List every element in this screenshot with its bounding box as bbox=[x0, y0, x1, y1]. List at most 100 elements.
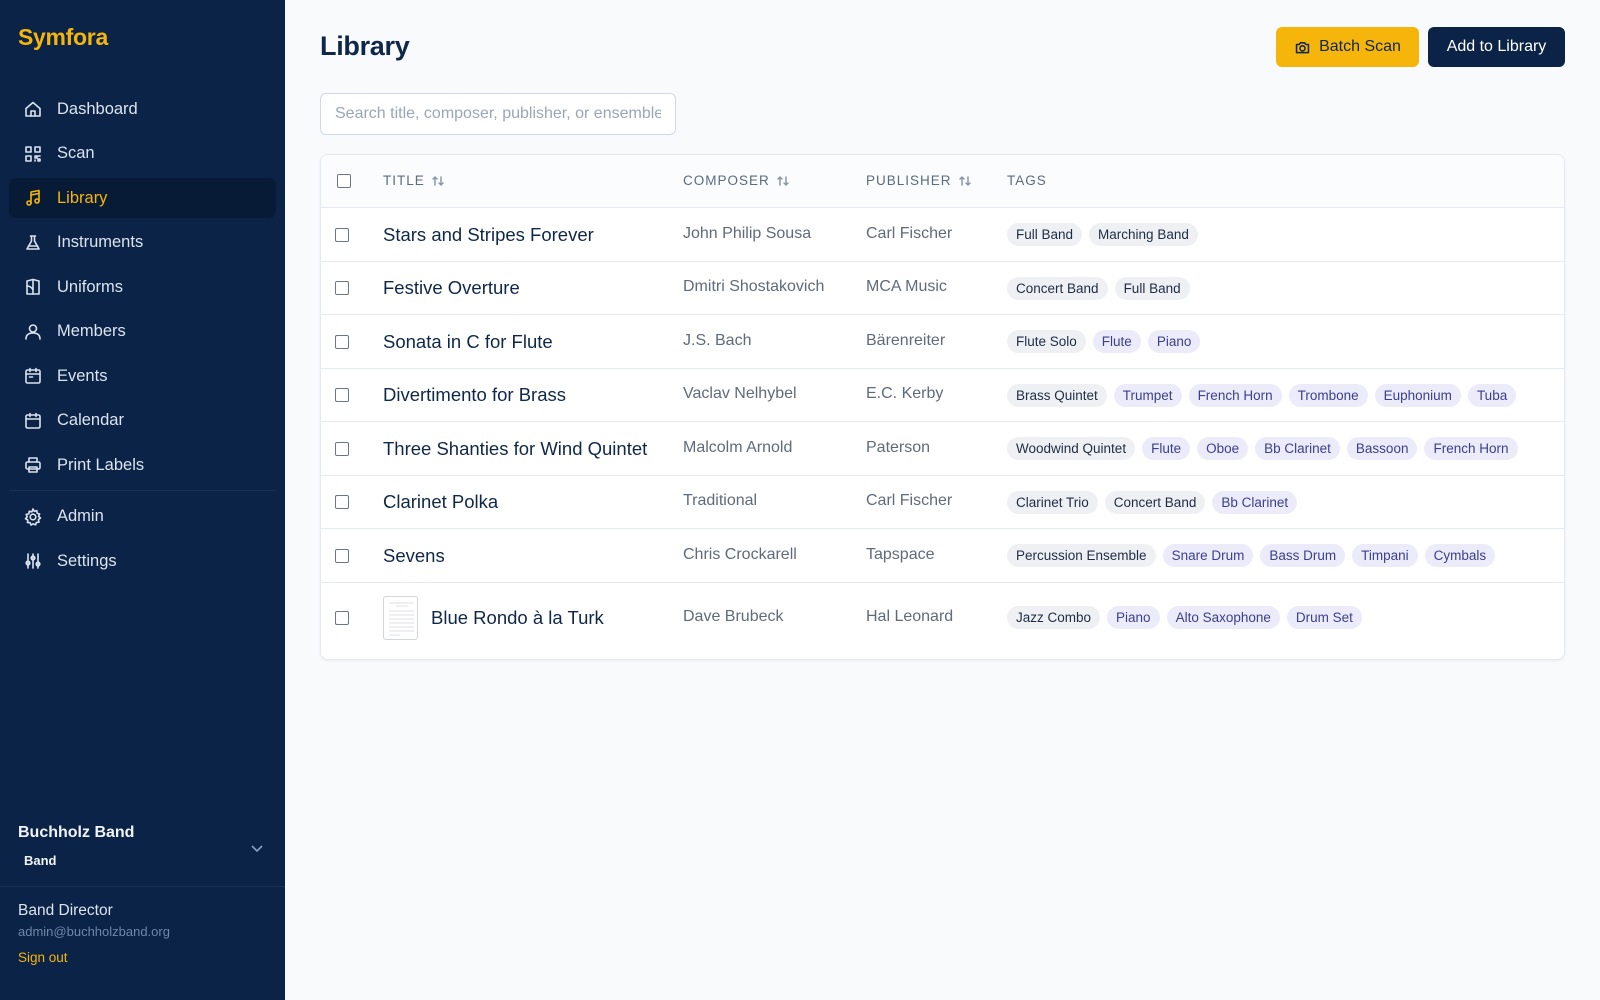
row-tags: Jazz Combo Piano Alto Saxophone Drum Set bbox=[1007, 606, 1362, 629]
sidebar-item-admin[interactable]: Admin bbox=[9, 497, 276, 537]
tag-badge[interactable]: Bb Clarinet bbox=[1212, 490, 1298, 514]
table-row[interactable]: Clarinet Polka Traditional Carl Fischer Cla… bbox=[321, 476, 1564, 529]
sidebar-item-label: Uniforms bbox=[57, 277, 124, 296]
search-input[interactable] bbox=[320, 93, 676, 135]
row-title-link[interactable]: Divertimento for Brass bbox=[383, 384, 566, 406]
table-row[interactable]: Blue Rondo à la Turk Dave Brubeck Hal Leon… bbox=[321, 583, 1564, 653]
sidebar-item-instruments[interactable]: Instruments bbox=[9, 223, 276, 263]
row-checkbox[interactable] bbox=[335, 388, 349, 403]
row-title-link[interactable]: Three Shanties for Wind Quintet bbox=[383, 438, 647, 460]
table-row[interactable]: Sonata in C for Flute J.S. Bach Bärenreite… bbox=[321, 315, 1564, 369]
tag-badge[interactable]: Brass Quintet bbox=[1007, 383, 1107, 407]
sidebar-item-dashboard[interactable]: Dashboard bbox=[9, 89, 276, 129]
tag-badge[interactable]: Flute bbox=[1142, 437, 1191, 461]
tag-badge[interactable]: Piano bbox=[1147, 330, 1201, 354]
sidebar-item-label: Settings bbox=[57, 551, 117, 570]
tag-badge[interactable]: Alto Saxophone bbox=[1166, 606, 1280, 629]
tag-badge[interactable]: Flute bbox=[1092, 330, 1141, 354]
row-title-link[interactable]: Stars and Stripes Forever bbox=[383, 224, 594, 246]
library-table: TITLE COMPOSER PUBLISHER TAGS Stars and … bbox=[320, 154, 1565, 660]
qr-scan-icon bbox=[23, 144, 43, 164]
column-header-publisher[interactable]: PUBLISHER bbox=[866, 173, 972, 188]
row-title-link[interactable]: Sevens bbox=[383, 545, 445, 567]
row-composer: J.S. Bach bbox=[683, 331, 752, 349]
tag-badge[interactable]: Flute Solo bbox=[1007, 330, 1086, 354]
sidebar-item-events[interactable]: Events bbox=[9, 356, 276, 396]
tag-badge[interactable]: Percussion Ensemble bbox=[1007, 544, 1156, 568]
tag-badge[interactable]: Trumpet bbox=[1113, 383, 1182, 407]
row-publisher: Tapspace bbox=[866, 545, 935, 563]
chevron-down-icon[interactable] bbox=[249, 840, 265, 856]
sheet-music-thumbnail[interactable] bbox=[383, 595, 418, 640]
tag-badge[interactable]: Bassoon bbox=[1346, 437, 1418, 461]
row-publisher: Bärenreiter bbox=[866, 331, 946, 349]
tag-badge[interactable]: Euphonium bbox=[1374, 383, 1461, 407]
tag-badge[interactable]: Full Band bbox=[1114, 276, 1190, 300]
row-checkbox[interactable] bbox=[335, 281, 349, 296]
select-all-checkbox[interactable] bbox=[337, 174, 351, 188]
tag-badge[interactable]: Drum Set bbox=[1286, 606, 1362, 629]
tag-badge[interactable]: Concert Band bbox=[1007, 276, 1108, 300]
tag-badge[interactable]: Full Band bbox=[1007, 223, 1083, 247]
row-checkbox[interactable] bbox=[335, 441, 349, 456]
row-title-link[interactable]: Clarinet Polka bbox=[383, 491, 498, 513]
sign-out-link[interactable]: Sign out bbox=[18, 950, 68, 965]
sort-icon bbox=[777, 175, 789, 186]
tag-badge[interactable]: French Horn bbox=[1424, 437, 1518, 461]
sidebar-item-settings[interactable]: Settings bbox=[9, 541, 276, 581]
sidebar-item-library[interactable]: Library bbox=[9, 178, 276, 218]
tag-badge[interactable]: Cymbals bbox=[1424, 544, 1496, 568]
row-checkbox[interactable] bbox=[335, 610, 349, 625]
row-title-link[interactable]: Blue Rondo à la Turk bbox=[431, 607, 604, 629]
tag-badge[interactable]: Woodwind Quintet bbox=[1007, 437, 1136, 461]
table-row[interactable]: Stars and Stripes Forever John Philip Sou… bbox=[321, 208, 1564, 262]
column-header-title[interactable]: TITLE bbox=[383, 173, 445, 188]
row-publisher: MCA Music bbox=[866, 278, 947, 296]
row-checkbox[interactable] bbox=[335, 548, 349, 563]
column-header-composer[interactable]: COMPOSER bbox=[683, 173, 790, 188]
tag-badge[interactable]: Clarinet Trio bbox=[1007, 490, 1098, 514]
tag-badge[interactable]: Marching Band bbox=[1089, 223, 1198, 247]
add-to-library-button[interactable]: Add to Library bbox=[1428, 27, 1565, 67]
tag-badge[interactable]: Piano bbox=[1107, 606, 1160, 629]
sidebar-item-print-labels[interactable]: Print Labels bbox=[9, 445, 276, 485]
row-checkbox[interactable] bbox=[335, 227, 349, 242]
tag-badge[interactable]: Tuba bbox=[1467, 383, 1517, 407]
sidebar-item-calendar[interactable]: Calendar bbox=[9, 401, 276, 441]
tag-badge[interactable]: Bb Clarinet bbox=[1255, 437, 1340, 461]
row-checkbox[interactable] bbox=[335, 495, 349, 510]
tag-badge[interactable]: Timpani bbox=[1352, 544, 1418, 568]
tag-badge[interactable]: Oboe bbox=[1197, 437, 1249, 461]
sidebar-item-label: Library bbox=[57, 188, 108, 207]
row-tags: Percussion Ensemble Snare Drum Bass Drum Ti… bbox=[1007, 544, 1496, 568]
tag-badge[interactable]: Concert Band bbox=[1104, 490, 1206, 514]
music-note-icon bbox=[23, 188, 43, 208]
sidebar-item-uniforms[interactable]: Uniforms bbox=[9, 267, 276, 307]
row-publisher: E.C. Kerby bbox=[866, 385, 944, 403]
row-composer: Malcolm Arnold bbox=[683, 438, 793, 456]
sidebar-nav: Dashboard Scan Library Instruments Uniforms M… bbox=[9, 89, 276, 586]
brand-logo[interactable]: Symfora bbox=[18, 24, 108, 51]
row-title-link[interactable]: Sonata in C for Flute bbox=[383, 331, 553, 353]
row-tags: Woodwind Quintet Flute Oboe Bb Clarinet Bass… bbox=[1007, 437, 1518, 461]
table-row[interactable]: Festive Overture Dmitri Shostakovich MCA M… bbox=[321, 262, 1564, 315]
table-row[interactable]: Three Shanties for Wind Quintet Malcolm A… bbox=[321, 422, 1564, 476]
sidebar-item-scan[interactable]: Scan bbox=[9, 134, 276, 174]
tag-badge[interactable]: French Horn bbox=[1188, 383, 1282, 407]
tag-badge[interactable]: Bass Drum bbox=[1260, 544, 1346, 568]
sliders-icon bbox=[23, 551, 43, 571]
home-icon bbox=[23, 99, 43, 119]
row-title-link[interactable]: Festive Overture bbox=[383, 277, 520, 299]
row-publisher: Carl Fischer bbox=[866, 224, 953, 242]
sidebar-item-members[interactable]: Members bbox=[9, 312, 276, 352]
gear-icon bbox=[23, 507, 43, 527]
table-row[interactable]: Divertimento for Brass Vaclav Nelhybel E.C… bbox=[321, 369, 1564, 422]
row-composer: Dave Brubeck bbox=[683, 607, 784, 625]
tag-badge[interactable]: Jazz Combo bbox=[1007, 606, 1101, 629]
row-checkbox[interactable] bbox=[335, 334, 349, 349]
tag-badge[interactable]: Snare Drum bbox=[1162, 544, 1254, 568]
batch-scan-button[interactable]: Batch Scan bbox=[1276, 27, 1419, 67]
tag-badge[interactable]: Trombone bbox=[1288, 383, 1368, 407]
org-switcher[interactable]: Buchholz Band Band bbox=[0, 800, 285, 886]
table-row[interactable]: Sevens Chris Crockarell Tapspace Percussion… bbox=[321, 529, 1564, 583]
